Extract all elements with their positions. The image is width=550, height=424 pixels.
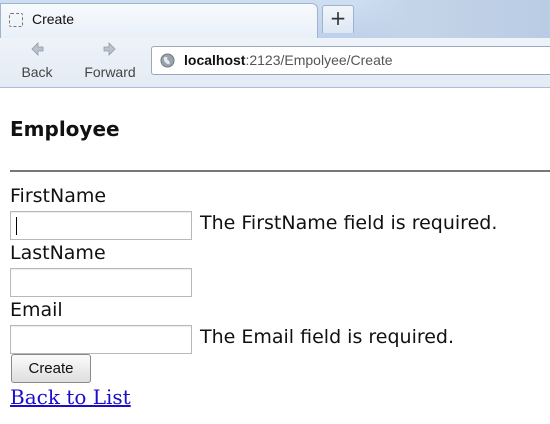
forward-button[interactable]: Forward	[78, 38, 142, 87]
back-label: Back	[21, 64, 53, 80]
firstname-input[interactable]	[10, 211, 192, 240]
text-cursor	[16, 217, 17, 235]
divider	[10, 170, 550, 172]
url-path: :2123/Empolyee/Create	[245, 52, 393, 68]
forward-arrow-icon	[103, 42, 116, 56]
page-title: Employee	[10, 117, 120, 141]
forward-label: Forward	[84, 64, 136, 80]
url-text: localhost:2123/Empolyee/Create	[184, 52, 393, 68]
address-bar[interactable]: localhost:2123/Empolyee/Create	[151, 46, 550, 75]
tab-strip: Create +	[0, 0, 550, 38]
back-to-list-link[interactable]: Back to List	[10, 385, 131, 409]
tab-title: Create	[32, 11, 75, 27]
lastname-input[interactable]	[10, 268, 192, 297]
back-arrow-icon	[31, 42, 44, 56]
tab-create[interactable]: Create	[0, 3, 318, 38]
firstname-label: FirstName	[10, 185, 107, 207]
create-button[interactable]: Create	[11, 354, 91, 383]
tab-strip-background	[355, 0, 550, 38]
email-label: Email	[10, 299, 63, 321]
back-button[interactable]: Back	[12, 38, 62, 87]
lastname-label: LastName	[10, 242, 106, 264]
page-icon	[9, 13, 23, 27]
globe-icon	[160, 53, 175, 68]
firstname-error: The FirstName field is required.	[200, 212, 498, 234]
url-host: localhost	[184, 52, 246, 68]
new-tab-button[interactable]: +	[322, 5, 354, 33]
email-error: The Email field is required.	[200, 326, 455, 348]
navigation-toolbar: Back Forward localhost:2123/Empolyee/Cre…	[0, 38, 550, 88]
email-input[interactable]	[10, 325, 192, 354]
